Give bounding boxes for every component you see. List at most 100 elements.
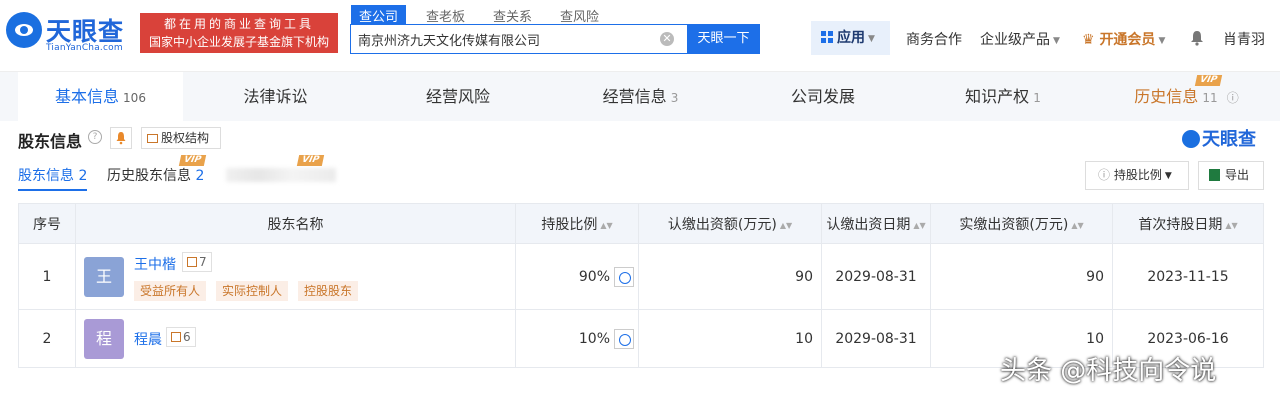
col-sub-date[interactable]: 认缴出资日期 ▲▼: [821, 203, 931, 244]
row-index: 1: [18, 243, 76, 310]
caret-down-icon: ▼: [868, 34, 875, 44]
equity-structure-label: 股权结构: [161, 131, 210, 145]
blurred-tab: [226, 168, 336, 182]
nav-open-vip[interactable]: ♛ 开通会员 ▼: [1082, 29, 1165, 49]
col-sub-amount[interactable]: 认缴出资额(万元) ▲▼: [638, 203, 822, 244]
sort-icon: ▲▼: [1225, 220, 1238, 230]
tab-search-company[interactable]: 查公司: [351, 5, 407, 25]
pie-chart-icon[interactable]: [614, 266, 634, 287]
tab-legal[interactable]: 法律诉讼: [183, 72, 368, 122]
subscribe-bell-button[interactable]: [110, 127, 132, 149]
tab-search-boss[interactable]: 查老板: [418, 5, 473, 25]
tab-business-risk[interactable]: 经营风险: [368, 72, 548, 122]
excel-icon: [1209, 169, 1220, 181]
chevron-down-icon: ▼: [1158, 36, 1166, 46]
tab-label: 经营风险: [425, 87, 490, 106]
subtab-shareholders[interactable]: 股东信息 2: [18, 165, 88, 191]
eye-logo-icon: [6, 12, 42, 48]
tab-label: 历史信息: [1134, 87, 1199, 106]
avatar: 程: [84, 319, 124, 359]
ratio-value: 90%: [578, 268, 610, 285]
equity-structure-button[interactable]: 股权结构: [141, 127, 221, 149]
tab-count: 1: [1033, 91, 1041, 105]
question-icon[interactable]: ?: [88, 130, 102, 144]
sort-icon: ▲▼: [913, 220, 926, 230]
bell-icon[interactable]: [1190, 30, 1204, 46]
tab-label: 经营信息: [602, 87, 667, 106]
sub-date-cell: 2029-08-31: [821, 243, 931, 310]
ratio-value: 10%: [578, 330, 610, 347]
logo-subtext: TianYanCha.com: [46, 43, 123, 53]
table-header-row: 序号 股东名称 持股比例 ▲▼ 认缴出资额(万元) ▲▼ 认缴出资日期 ▲▼ 实缴出资…: [18, 203, 1264, 244]
export-button[interactable]: 导出: [1198, 161, 1264, 190]
relation-count: 6: [183, 330, 191, 344]
sub-date-cell: 2029-08-31: [821, 309, 931, 368]
tab-basic-info[interactable]: 基本信息 106: [18, 72, 183, 122]
col-label: 股东名称: [267, 216, 324, 233]
ratio-filter-dropdown[interactable]: ⓘ 持股比例 ▼: [1085, 161, 1189, 190]
sub-amount-cell: 10: [638, 309, 822, 368]
grid-icon: [821, 31, 833, 43]
shareholder-name-link[interactable]: 王中楷: [134, 254, 176, 274]
main-tabs: 基本信息 106 法律诉讼 经营风险 经营信息 3 公司发展 知识产权 1 历史信息 1…: [0, 71, 1280, 122]
tianyancha-logo[interactable]: 天眼查 TianYanCha.com: [6, 10, 130, 56]
vip-badge: VIP: [178, 155, 207, 166]
sub-amount-cell: 90: [638, 243, 822, 310]
tab-count: 11: [1202, 91, 1218, 105]
col-paid[interactable]: 实缴出资额(万元) ▲▼: [930, 203, 1113, 244]
col-ratio[interactable]: 持股比例 ▲▼: [515, 203, 639, 244]
sort-icon: ▲▼: [600, 220, 613, 230]
shareholder-table: 序号 股东名称 持股比例 ▲▼ 认缴出资额(万元) ▲▼ 认缴出资日期 ▲▼ 实缴出资…: [18, 203, 1264, 368]
vip-badge: VIP: [1194, 75, 1223, 86]
relation-icon: [171, 332, 181, 342]
tab-search-relation[interactable]: 查关系: [485, 5, 540, 25]
nav-enterprise-products[interactable]: 企业级产品 ▼: [980, 29, 1060, 49]
col-label: 持股比例: [541, 216, 598, 233]
tag-controlling-shareholder: 控股股东: [298, 281, 359, 301]
tab-development[interactable]: 公司发展: [733, 72, 913, 122]
col-first-date[interactable]: 首次持股日期 ▲▼: [1112, 203, 1264, 244]
ratio-cell: 10%: [515, 309, 639, 368]
subtab-history-shareholders[interactable]: 历史股东信息 2: [107, 165, 204, 185]
col-index: 序号: [18, 203, 76, 244]
ratio-filter-label: 持股比例: [1113, 168, 1162, 182]
watermark: 头条 @科技向令说: [1000, 356, 1217, 386]
crown-icon: ♛: [1082, 32, 1095, 48]
nav-biz-cooperation[interactable]: 商务合作: [906, 29, 962, 49]
tab-business-info[interactable]: 经营信息 3: [548, 72, 733, 122]
avatar: 王: [84, 257, 124, 297]
clear-icon[interactable]: ✕: [660, 32, 674, 46]
subtab-label: 历史股东信息: [107, 168, 191, 184]
slogan-line-1: 都在用的商业查询工具: [163, 17, 314, 31]
search-box: ✕: [350, 24, 688, 54]
user-name[interactable]: 肖青羽: [1223, 29, 1265, 49]
tag-actual-controller: 实际控制人: [216, 281, 289, 301]
col-name: 股东名称: [75, 203, 516, 244]
relation-count-chip[interactable]: 6: [166, 327, 196, 347]
search-button[interactable]: 天眼一下: [687, 24, 760, 54]
search-input[interactable]: [351, 25, 651, 53]
app-menu[interactable]: 应用 ▼: [811, 21, 890, 55]
table-row: 1 王 王中楷 7 受益所有人 实际控制人 控股股东 90% 90 2029-0…: [18, 243, 1264, 310]
shareholder-cell: 程 程晨 6: [75, 309, 516, 368]
slogan-line-2: 国家中小企业发展子基金旗下机构: [148, 35, 329, 49]
ratio-cell: 90%: [515, 243, 639, 310]
col-label: 首次持股日期: [1138, 216, 1223, 233]
tab-ip[interactable]: 知识产权 1: [913, 72, 1093, 122]
shareholder-cell: 王 王中楷 7 受益所有人 实际控制人 控股股东: [75, 243, 516, 310]
shareholder-name-link[interactable]: 程晨: [134, 329, 162, 349]
chevron-down-icon: ▼: [1053, 36, 1060, 46]
relation-count: 7: [199, 255, 207, 269]
subtab-count: 2: [78, 168, 88, 184]
tab-label: 法律诉讼: [243, 87, 308, 106]
tab-count: 106: [123, 91, 146, 105]
paid-cell: 90: [930, 243, 1113, 310]
col-label: 序号: [33, 216, 61, 233]
nav-enterprise-label: 企业级产品: [980, 32, 1050, 48]
brand-mark: 天眼查: [1182, 125, 1256, 151]
tab-search-risk[interactable]: 查风险: [552, 5, 607, 25]
relation-count-chip[interactable]: 7: [182, 252, 212, 272]
pie-chart-icon[interactable]: [614, 328, 634, 349]
row-index: 2: [18, 309, 76, 368]
tab-history[interactable]: 历史信息 11 ⓘ: [1093, 72, 1280, 122]
